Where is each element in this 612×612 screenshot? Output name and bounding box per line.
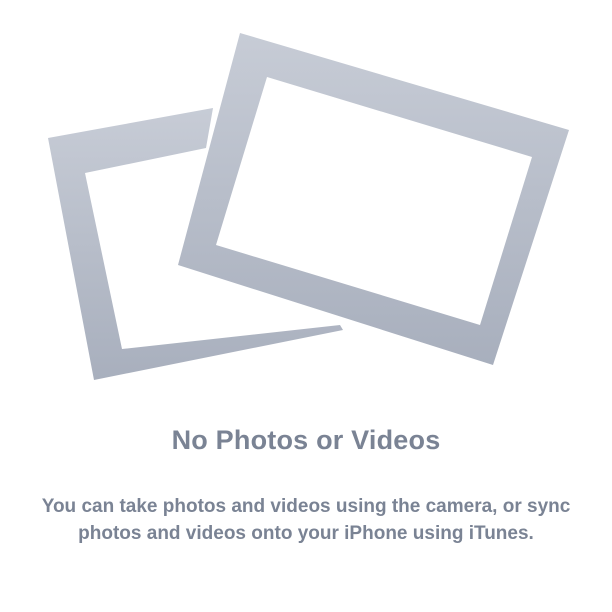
empty-photos-screen: No Photos or Videos You can take photos … — [0, 0, 612, 612]
empty-state-title: No Photos or Videos — [171, 425, 441, 455]
front-photo-frame — [178, 33, 569, 365]
photo-frames-icon — [48, 33, 569, 380]
empty-state-message: You can take photos and videos using the… — [41, 496, 571, 544]
